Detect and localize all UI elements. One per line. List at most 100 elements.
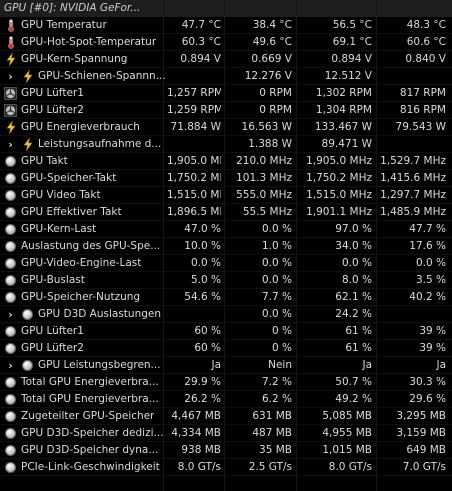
sensor-name-cell: Total GPU Energieverbra... (0, 391, 165, 408)
sensor-name-cell: GPU-Video-Engine-Last (0, 255, 165, 272)
sensor-row[interactable]: GPU Energieverbrauch 71.884 W 16.563 W 133.… (0, 119, 452, 136)
maximum-value: Ja (362, 359, 372, 371)
clock-icon (4, 172, 17, 185)
sensor-row[interactable]: Zugeteilter GPU-Speicher 4,467 MB 631 MB 5,… (0, 408, 452, 425)
gpu-group-header[interactable]: GPU [#0]: NVIDIA GeFor... (0, 0, 452, 17)
thermometer-icon (4, 36, 17, 49)
maximum-value: 24.2 % (335, 308, 372, 320)
maximum-value: 1,515.0 MHz (306, 189, 372, 201)
average-value: 29.6 % (409, 393, 446, 405)
sensor-name-cell: GPU Temperatur (0, 17, 165, 34)
minimum-value: 12.276 V (244, 70, 292, 82)
maximum-value: 61 % (345, 342, 372, 354)
average-value: 1,415.6 MHz (380, 172, 446, 184)
average-value: 3.5 % (415, 274, 446, 286)
sensor-row[interactable]: PCIe-Link-Geschwindigkeit 8.0 GT/s 2.5 GT/… (0, 459, 452, 476)
average-value: 0.840 V (405, 53, 446, 65)
sensor-name-cell: GPU D3D-Speicher dyna... (0, 442, 165, 459)
chevron-right-icon[interactable]: › (4, 359, 17, 372)
clock-icon (4, 274, 17, 287)
minimum-value: Nein (268, 359, 292, 371)
sensor-label: Leistungsaufnahme d... (38, 138, 162, 150)
current-value: 60.3 °C (181, 36, 221, 48)
sensor-name-cell: Auslastung des GPU-Spe... (0, 238, 165, 255)
sensor-label: GPU-Speicher-Takt (21, 172, 117, 184)
sensor-row[interactable]: GPU-Kern-Spannung 0.894 V 0.669 V 0.894 V 0.… (0, 51, 452, 68)
sensor-label: GPU Lüfter2 (21, 104, 84, 116)
clock-icon (4, 376, 17, 389)
average-value: Ja (436, 359, 446, 371)
current-value: 29.9 % (184, 376, 221, 388)
chevron-right-icon[interactable]: › (4, 308, 17, 321)
maximum-value: 8.0 % (341, 274, 372, 286)
maximum-value: 5,085 MB (322, 410, 372, 422)
sensor-row[interactable]: Total GPU Energieverbra... 29.9 % 7.2 % 50.… (0, 374, 452, 391)
sensor-name-cell: GPU Lüfter1 (0, 323, 165, 340)
sensor-row[interactable]: GPU Effektiver Takt 1,896.5 MHz 55.5 MHz 1,… (0, 204, 452, 221)
sensor-label: GPU Video Takt (21, 189, 101, 201)
sensor-row[interactable]: GPU Lüfter2 1,259 RPM 0 RPM 1,304 RPM 816 RP… (0, 102, 452, 119)
sensor-label: GPU Lüfter2 (21, 342, 84, 354)
minimum-value: 631 MB (252, 410, 292, 422)
maximum-value: 49.2 % (335, 393, 372, 405)
sensor-row[interactable]: GPU Lüfter1 60 % 0 % 61 % 39 % (0, 323, 452, 340)
average-value: 1,485.9 MHz (380, 206, 446, 218)
sensor-row[interactable]: GPU Lüfter2 60 % 0 % 61 % 39 % (0, 340, 452, 357)
sensor-row[interactable]: › Leistungsaufnahme d... 1.388 W 89.471 W (0, 136, 452, 153)
fan-icon (4, 104, 17, 117)
current-value: 4,467 MB (171, 410, 221, 422)
minimum-value: 210.0 MHz (236, 155, 292, 167)
maximum-value: 1,750.2 MHz (306, 172, 372, 184)
sensor-label: PCIe-Link-Geschwindigkeit (21, 461, 160, 473)
sensor-row[interactable]: Total GPU Energieverbra... 26.2 % 6.2 % 49.… (0, 391, 452, 408)
average-value: 1,529.7 MHz (380, 155, 446, 167)
maximum-value: 97.0 % (335, 223, 372, 235)
sensor-row[interactable]: GPU Temperatur 47.7 °C 38.4 °C 56.5 °C 48.3 … (0, 17, 452, 34)
sensor-row[interactable]: › GPU Leistungsbegren... Ja Nein Ja Ja (0, 357, 452, 374)
maximum-value: 1,304 RPM (315, 104, 372, 116)
sensor-name-cell: GPU-Kern-Last (0, 221, 165, 238)
chevron-right-icon[interactable]: › (4, 138, 17, 151)
current-value: 938 MB (181, 444, 221, 456)
average-value: 3,159 MB (396, 427, 446, 439)
gpu-group-title: GPU [#0]: NVIDIA GeFor... (4, 2, 141, 14)
sensor-row[interactable]: GPU-Kern-Last 47.0 % 0.0 % 97.0 % 47.7 % (0, 221, 452, 238)
average-value (380, 68, 446, 85)
sensor-name-cell: Zugeteilter GPU-Speicher (0, 408, 165, 425)
maximum-value: 133.467 W (314, 121, 372, 133)
sensor-label: GPU Effektiver Takt (21, 206, 122, 218)
average-value: 40.2 % (409, 291, 446, 303)
minimum-value: 0.0 % (261, 274, 292, 286)
sensor-row[interactable]: GPU-Hot-Spot-Temperatur 60.3 °C 49.6 °C 69.… (0, 34, 452, 51)
sensor-row[interactable]: GPU-Speicher-Nutzung 54.6 % 7.7 % 62.1 % 40.… (0, 289, 452, 306)
sensor-label: Total GPU Energieverbra... (21, 376, 159, 388)
sensor-name-cell: GPU Video Takt (0, 187, 165, 204)
minimum-value: 6.2 % (261, 393, 292, 405)
current-value: 1,259 RPM (167, 104, 221, 116)
lightning-icon (4, 53, 17, 66)
sensor-name-cell: › GPU-Schienen-Spannn... (0, 68, 165, 85)
sensor-label: GPU D3D-Speicher dedizi... (21, 427, 164, 439)
minimum-value: 0.0 % (261, 223, 292, 235)
sensor-row[interactable]: GPU Video Takt 1,515.0 MHz 555.0 MHz 1,515.… (0, 187, 452, 204)
clock-icon (4, 461, 17, 474)
sensor-row[interactable]: › GPU-Schienen-Spannn... 12.276 V 12.512 V (0, 68, 452, 85)
sensor-name-cell: GPU Effektiver Takt (0, 204, 165, 221)
current-value: 1,896.5 MHz (167, 206, 221, 218)
sensor-row[interactable]: GPU Lüfter1 1,257 RPM 0 RPM 1,302 RPM 817 RP… (0, 85, 452, 102)
sensor-row[interactable]: GPU D3D-Speicher dyna... 938 MB 35 MB 1,015… (0, 442, 452, 459)
sensor-row[interactable]: GPU-Speicher-Takt 1,750.2 MHz 101.3 MHz 1,7… (0, 170, 452, 187)
sensor-row[interactable]: Auslastung des GPU-Spe... 10.0 % 1.0 % 34.0… (0, 238, 452, 255)
sensor-label: GPU Leistungsbegren... (38, 359, 161, 371)
sensor-label: GPU-Video-Engine-Last (21, 257, 142, 269)
sensor-row[interactable]: › GPU D3D Auslastungen 0.0 % 24.2 % (0, 306, 452, 323)
sensor-row[interactable]: GPU D3D-Speicher dedizi... 4,334 MB 487 MB… (0, 425, 452, 442)
average-value: 39 % (419, 325, 446, 337)
chevron-right-icon[interactable]: › (4, 70, 17, 83)
sensor-row[interactable]: GPU Takt 1,905.0 MHz 210.0 MHz 1,905.0 MHz 1… (0, 153, 452, 170)
sensor-row[interactable]: GPU-Buslast 5.0 % 0.0 % 8.0 % 3.5 % (0, 272, 452, 289)
clock-icon (4, 444, 17, 457)
sensor-row[interactable]: GPU-Video-Engine-Last 0.0 % 0.0 % 0.0 % 0.0 … (0, 255, 452, 272)
average-value: 0.0 % (415, 257, 446, 269)
sensor-label: GPU Takt (21, 155, 68, 167)
